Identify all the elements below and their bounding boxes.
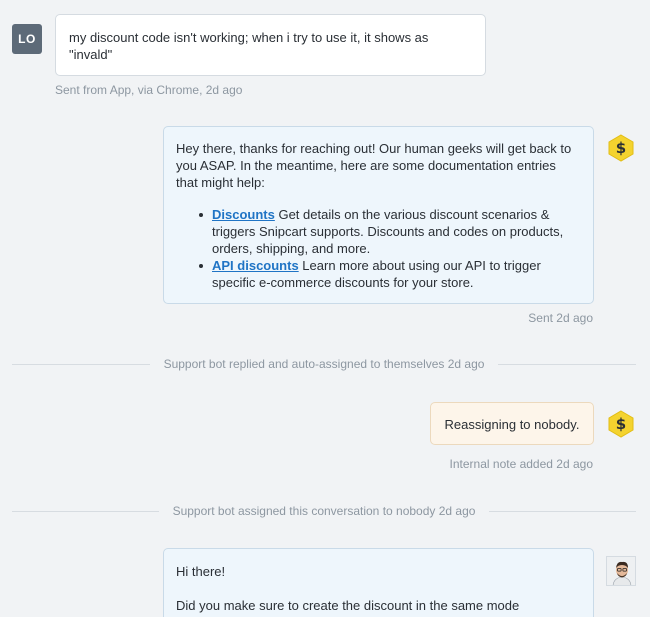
- agent-greeting: Hi there!: [176, 564, 226, 579]
- divider-line: [498, 363, 637, 365]
- agent-avatar-icon: [607, 557, 635, 585]
- divider-line: [489, 510, 637, 512]
- api-discounts-link[interactable]: API discounts: [212, 258, 299, 273]
- internal-note-bubble: Reassigning to nobody.: [430, 402, 594, 445]
- divider-line: [12, 510, 159, 512]
- user-message-meta: Sent from App, via Chrome, 2d ago: [55, 83, 243, 97]
- event-text: Support bot replied and auto-assigned to…: [163, 357, 485, 371]
- svg-text:$: $: [616, 139, 626, 157]
- conversation-thread: LO my discount code isn't working; when …: [0, 0, 650, 617]
- user-message-bubble: my discount code isn't working; when i t…: [55, 14, 486, 76]
- user-message-text: my discount code isn't working; when i t…: [69, 30, 429, 62]
- discounts-link[interactable]: Discounts: [212, 207, 275, 222]
- agent-message-body: Did you make sure to create the discount…: [176, 598, 520, 613]
- snipcart-dollar-hex-icon[interactable]: $: [608, 410, 634, 438]
- internal-note-text: Reassigning to nobody.: [444, 417, 580, 432]
- event-divider: Support bot assigned this conversation t…: [12, 503, 637, 519]
- bot-message-meta: Sent 2d ago: [528, 311, 593, 325]
- bot-message-bubble: Hey there, thanks for reaching out! Our …: [163, 126, 594, 304]
- event-text: Support bot assigned this conversation t…: [172, 504, 476, 518]
- bot-message-intro: Hey there, thanks for reaching out! Our …: [176, 141, 572, 190]
- svg-text:$: $: [616, 415, 626, 433]
- divider-line: [12, 363, 150, 365]
- list-item: API discounts Learn more about using our…: [199, 257, 581, 291]
- list-item: Discounts Get details on the various dis…: [199, 206, 581, 257]
- agent-message-bubble: Hi there! Did you make sure to create th…: [163, 548, 594, 617]
- event-divider: Support bot replied and auto-assigned to…: [12, 356, 637, 372]
- snipcart-dollar-hex-icon[interactable]: $: [608, 134, 634, 162]
- user-avatar[interactable]: LO: [12, 24, 42, 54]
- agent-avatar[interactable]: [606, 556, 636, 586]
- doc-links-list: Discounts Get details on the various dis…: [176, 206, 581, 291]
- internal-note-meta: Internal note added 2d ago: [449, 457, 593, 471]
